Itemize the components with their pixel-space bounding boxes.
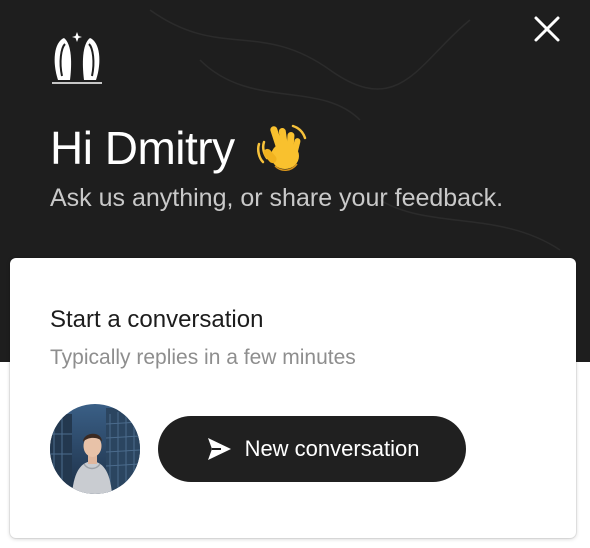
header-subtitle: Ask us anything, or share your feedback. (50, 184, 504, 212)
conversation-card: Start a conversation Typically replies i… (10, 258, 576, 538)
close-icon (534, 16, 560, 42)
reply-time-text: Typically replies in a few minutes (50, 346, 356, 369)
waving-hand-icon (253, 120, 309, 176)
bunny-ears-logo-icon (50, 30, 104, 86)
new-conversation-label: New conversation (244, 436, 420, 461)
avatar (50, 404, 140, 494)
new-conversation-button[interactable]: New conversation (158, 416, 466, 482)
close-button[interactable] (530, 12, 564, 46)
card-title: Start a conversation (50, 306, 264, 333)
send-icon (205, 435, 233, 463)
greeting-text: Hi Dmitry (50, 122, 235, 174)
greeting: Hi Dmitry (50, 118, 309, 178)
